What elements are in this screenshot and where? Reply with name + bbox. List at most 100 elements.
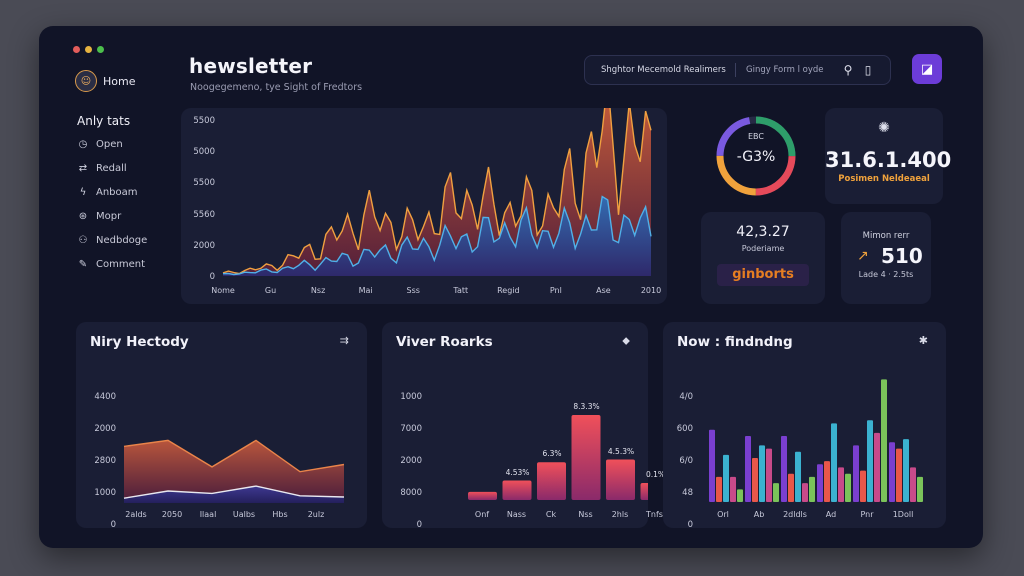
- search-filter-right[interactable]: Gingy Form l oyde: [746, 65, 838, 75]
- y-tick-label: 0: [687, 520, 693, 530]
- y-tick-label: 8000: [400, 488, 422, 498]
- search-filter-left[interactable]: Shghtor Mecemold Realimers: [585, 65, 731, 75]
- search-bar[interactable]: Shghtor Mecemold Realimers Gingy Form l …: [584, 55, 891, 85]
- bar[interactable]: [709, 429, 715, 502]
- bar[interactable]: [730, 476, 736, 502]
- y-tick-label: 5500: [193, 116, 215, 126]
- bar[interactable]: [468, 491, 497, 500]
- trend-icon: ↗: [857, 248, 869, 264]
- close-dot[interactable]: [73, 46, 80, 53]
- search-icon[interactable]: ⚲: [838, 63, 858, 77]
- bar[interactable]: [903, 439, 909, 502]
- y-tick-label: 5500: [193, 178, 215, 189]
- clock-icon: ◷: [78, 139, 88, 150]
- x-tick-label: Sss: [406, 286, 420, 295]
- bar[interactable]: [802, 483, 808, 502]
- y-tick-label: 1000: [94, 488, 116, 498]
- findings-bar-chart: [709, 379, 923, 502]
- y-tick-label: 2000: [94, 424, 116, 434]
- bar[interactable]: [795, 451, 801, 502]
- x-tick-label: Nass: [506, 510, 527, 519]
- kpi-label: Posimen Neldeaeal: [838, 174, 930, 184]
- bar[interactable]: [824, 461, 830, 502]
- bar[interactable]: [896, 448, 902, 502]
- panel-history: Niry Hectody ⇉ 4400 2000 2800 1000 0 2alds 205…: [76, 322, 367, 530]
- x-tick-label: Nsz: [310, 286, 326, 295]
- settings-icon: ⊛: [78, 211, 88, 222]
- bar[interactable]: [910, 467, 916, 502]
- x-tick-label: Mai: [358, 286, 373, 295]
- brand-logo: ginborts: [717, 264, 809, 286]
- bar[interactable]: [766, 448, 772, 502]
- y-tick-label: 4400: [94, 392, 116, 402]
- kpi-label: Poderiame: [741, 244, 785, 253]
- bar[interactable]: [853, 445, 859, 502]
- bar[interactable]: [917, 476, 923, 502]
- clipboard-icon[interactable]: ▯: [858, 63, 878, 77]
- panel-title: Niry Hectody: [90, 334, 189, 350]
- bar[interactable]: [606, 459, 635, 501]
- panel-title: Now : findndng: [677, 334, 793, 350]
- expand-icon[interactable]: ⇉: [340, 334, 349, 347]
- bar[interactable]: [571, 414, 601, 500]
- bar[interactable]: [809, 476, 815, 502]
- sidebar-item-redall[interactable]: ⇄ Redall: [75, 161, 195, 176]
- sidebar-item-label: Anboam: [96, 187, 138, 198]
- x-tick-label: Ase: [596, 286, 611, 295]
- y-tick-label: 2000: [193, 240, 215, 251]
- bar-data-label: 6.3%: [542, 449, 562, 459]
- bar[interactable]: [845, 473, 851, 502]
- x-tick-label: Nome: [211, 286, 235, 295]
- bar[interactable]: [640, 482, 649, 500]
- gauge-sub-label: EBC: [748, 132, 764, 141]
- bar[interactable]: [788, 473, 794, 502]
- y-tick-label: 600: [676, 424, 693, 434]
- bar[interactable]: [831, 423, 837, 502]
- sidebar-item-label: Open: [96, 139, 123, 150]
- bar[interactable]: [737, 489, 743, 502]
- bar[interactable]: [817, 464, 823, 502]
- window-controls: [73, 46, 104, 53]
- maximize-dot[interactable]: [97, 46, 104, 53]
- x-tick-label: 2hls: [611, 510, 629, 519]
- bolt-icon: ϟ: [79, 187, 87, 198]
- bar[interactable]: [745, 436, 751, 502]
- y-tick-label: 48: [682, 488, 693, 498]
- y-tick-label: 0: [209, 272, 215, 282]
- y-tick-label: 7000: [400, 424, 422, 434]
- y-tick-label: 0: [110, 520, 116, 530]
- bar[interactable]: [502, 480, 532, 500]
- bar[interactable]: [716, 476, 722, 502]
- kpi-value: 510: [881, 244, 923, 268]
- profile-button[interactable]: ◪: [912, 54, 942, 84]
- home-label: Home: [103, 74, 136, 88]
- bar[interactable]: [860, 470, 866, 502]
- sidebar-home[interactable]: ☺ Home: [75, 70, 195, 92]
- bar[interactable]: [759, 445, 765, 502]
- x-tick-label: Hbs: [272, 510, 288, 519]
- x-tick-label: 2ulz: [307, 510, 325, 519]
- sidebar-item-label: Redall: [96, 163, 127, 174]
- kpi-card-count[interactable]: Mimon rerr ↗ 510 Lade 4 · 2.5ts: [841, 212, 931, 304]
- bar[interactable]: [874, 432, 880, 502]
- kpi-value: 31.6.1.400: [825, 148, 952, 172]
- bar[interactable]: [723, 454, 729, 502]
- star-icon[interactable]: ✱: [919, 334, 928, 347]
- gauge-value: -G3%: [736, 149, 776, 165]
- bar[interactable]: [889, 442, 895, 502]
- y-tick-label: 5560: [193, 209, 215, 220]
- bar[interactable]: [781, 436, 787, 502]
- minimize-dot[interactable]: [85, 46, 92, 53]
- bar[interactable]: [867, 420, 873, 502]
- search-divider: [735, 63, 736, 77]
- pin-icon[interactable]: ⬥: [622, 334, 630, 348]
- kpi-card-brand[interactable]: 42,3.27 Poderiame ginborts: [701, 212, 825, 304]
- sidebar-item-comment[interactable]: ✎ Comment: [75, 257, 195, 272]
- kpi-card-primary[interactable]: ✺ 31.6.1.400 Posimen Neldeaeal: [825, 108, 952, 204]
- bar[interactable]: [773, 483, 779, 502]
- avatar[interactable]: ☺: [75, 70, 97, 92]
- bar[interactable]: [752, 458, 758, 502]
- bar[interactable]: [537, 462, 566, 500]
- bar[interactable]: [838, 467, 844, 502]
- bar[interactable]: [881, 379, 887, 502]
